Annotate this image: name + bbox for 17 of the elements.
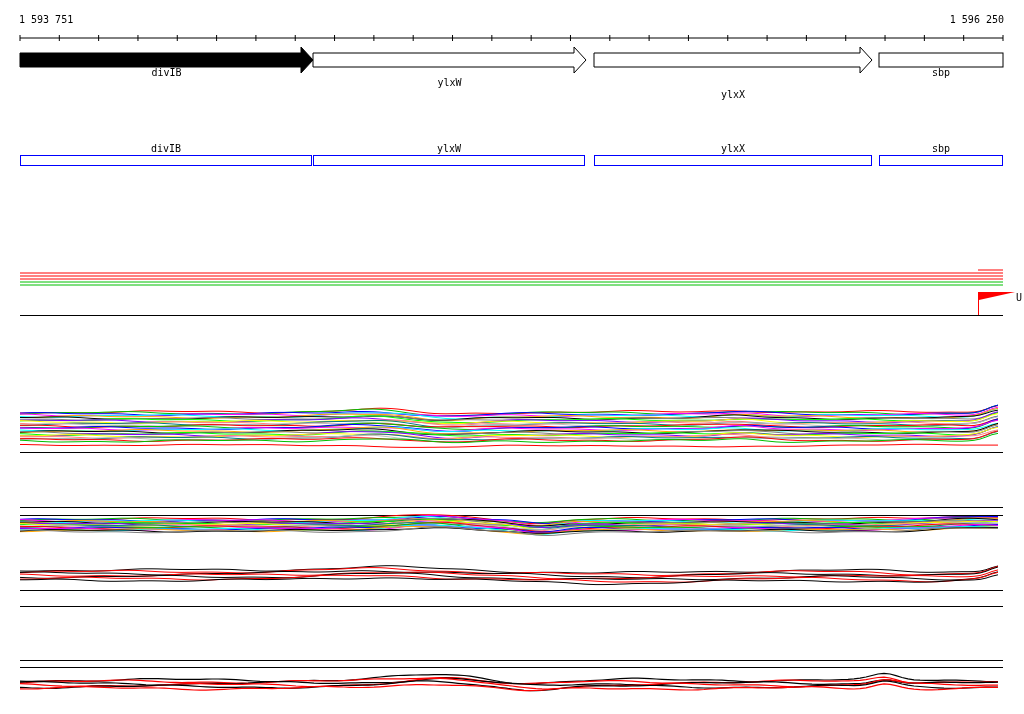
gene-label: divIB xyxy=(151,67,182,78)
end-coordinate: 1 596 250 xyxy=(949,13,1004,26)
gene-box[interactable] xyxy=(879,155,1003,166)
gene-label: divIB xyxy=(150,143,182,154)
gene-label: sbp xyxy=(931,143,951,154)
gene-box[interactable] xyxy=(313,155,585,166)
gene-box[interactable] xyxy=(594,155,872,166)
marker-label: U xyxy=(1016,292,1023,303)
gene-label: ylxX xyxy=(720,89,746,100)
gene-label: sbp xyxy=(931,67,951,78)
start-coordinate: 1 593 751 xyxy=(19,13,74,26)
gene-label: ylxX xyxy=(720,143,746,154)
gene-label: ylxW xyxy=(437,77,462,88)
gene-box[interactable] xyxy=(20,155,312,166)
flag-icon xyxy=(978,291,1015,316)
gene-label: ylxW xyxy=(436,143,462,154)
gene-arrow[interactable] xyxy=(19,46,314,74)
